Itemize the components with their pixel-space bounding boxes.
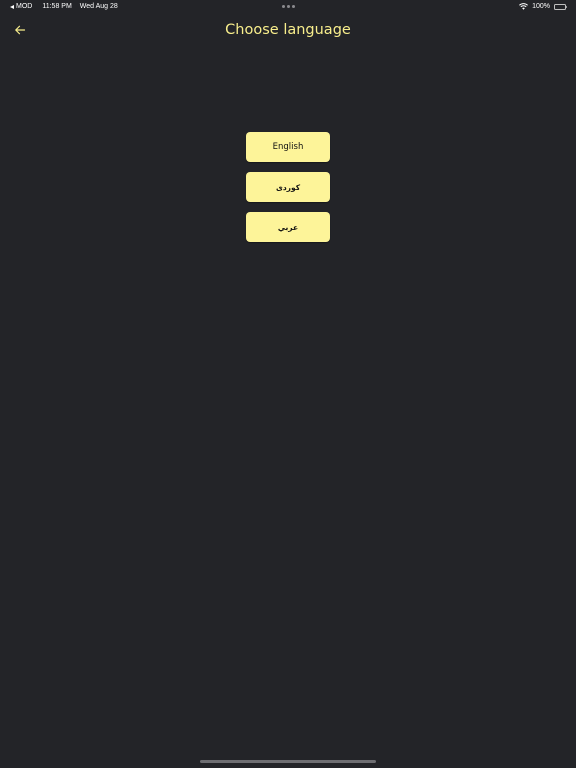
language-selection-screen: MOD 11:58 PM Wed Aug 28 100% Choose lang… [0, 0, 576, 768]
battery-icon [554, 3, 568, 10]
multitasking-dots-icon[interactable] [282, 5, 295, 8]
page-title: Choose language [225, 22, 351, 38]
status-right: 100% [519, 3, 568, 10]
language-button-arabic[interactable]: عربي [246, 212, 330, 242]
back-arrow-icon [10, 4, 14, 9]
dot [287, 5, 290, 8]
back-app-label: MOD [16, 3, 33, 10]
status-date: Wed Aug 28 [79, 3, 118, 10]
language-list: English کوردی عربي [246, 132, 330, 252]
dot [292, 5, 295, 8]
battery-nub [566, 5, 568, 9]
status-bar: MOD 11:58 PM Wed Aug 28 100% [0, 0, 576, 14]
back-to-app-link[interactable]: MOD [10, 3, 32, 10]
home-indicator[interactable] [200, 760, 376, 763]
language-button-english[interactable]: English [246, 132, 330, 162]
language-button-kurdish[interactable]: کوردی [246, 172, 330, 202]
status-left: MOD 11:58 PM Wed Aug 28 [10, 3, 118, 10]
wifi-icon [519, 3, 529, 10]
status-time: 11:58 PM [42, 3, 72, 10]
battery-percentage: 100% [532, 3, 550, 10]
dot [282, 5, 285, 8]
